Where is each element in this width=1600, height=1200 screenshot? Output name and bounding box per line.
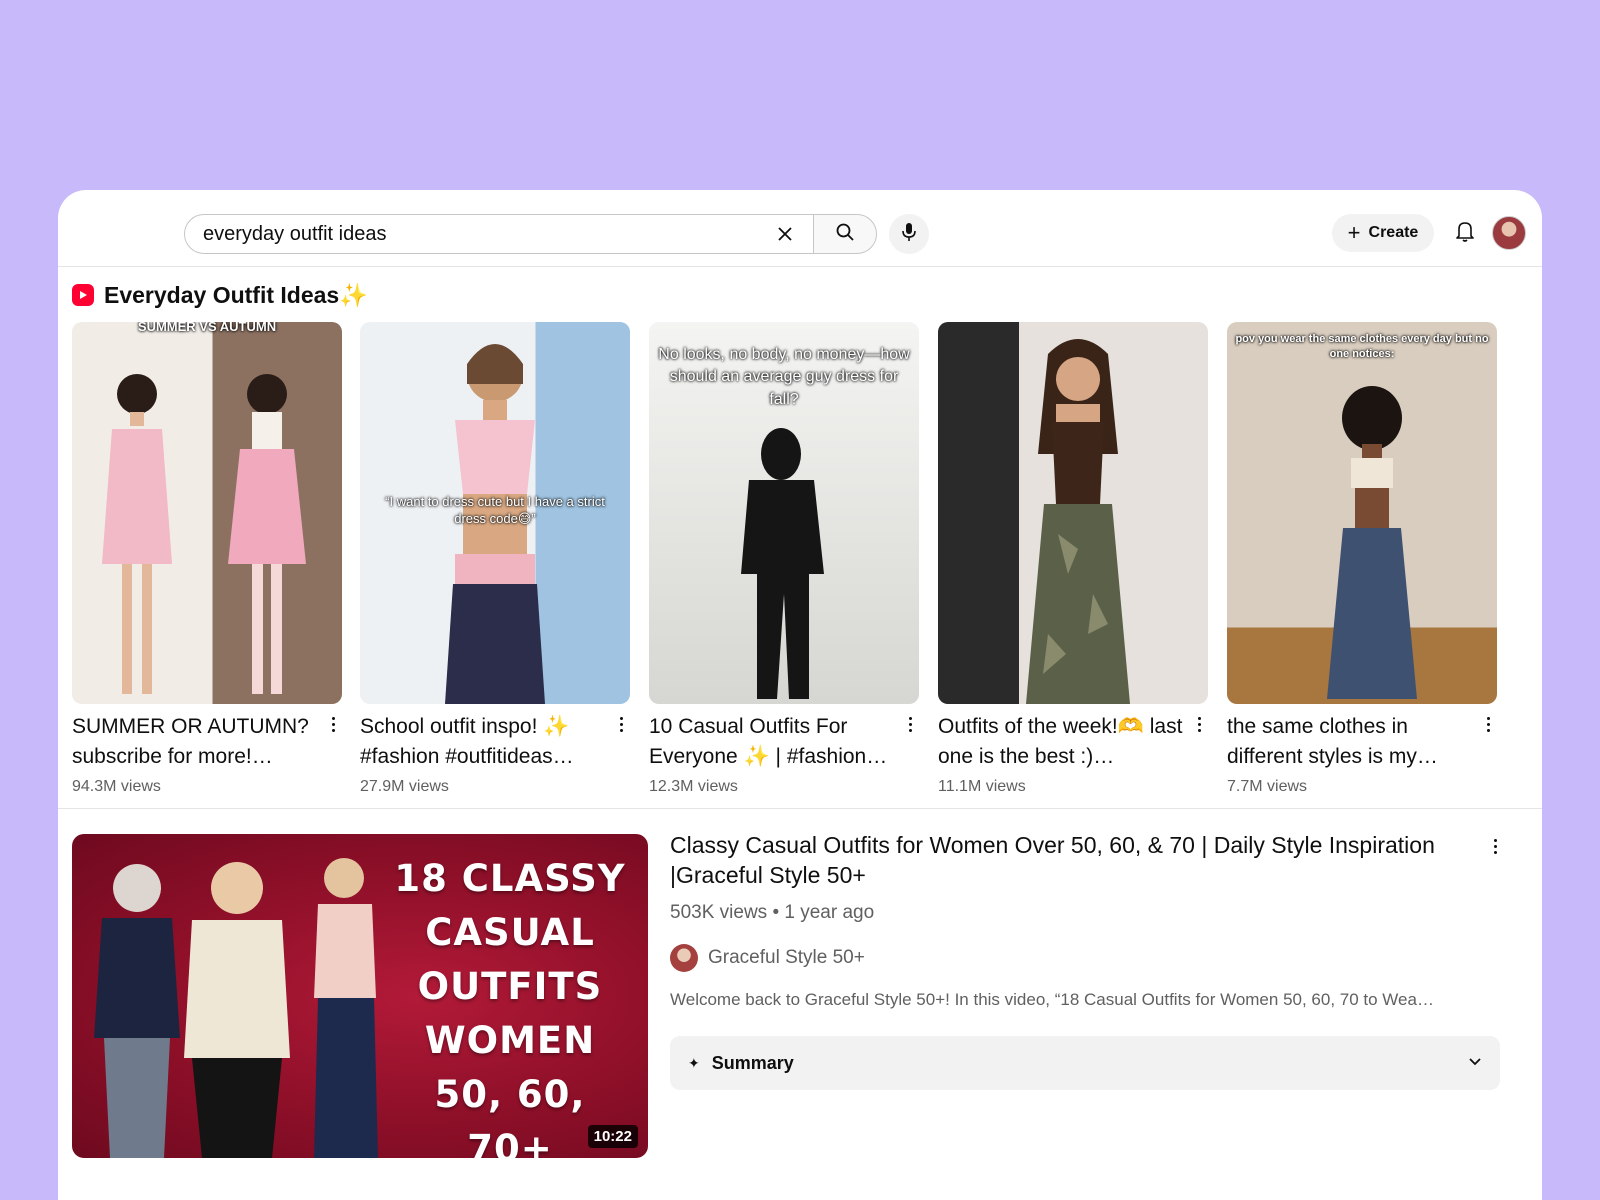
more-options-icon[interactable] <box>614 714 628 734</box>
create-button[interactable]: + Create <box>1332 214 1434 252</box>
channel-name[interactable]: Graceful Style 50+ <box>708 947 865 969</box>
short-card[interactable]: pov you wear the same clothes every day … <box>1227 322 1497 802</box>
duration-badge: 10:22 <box>587 1125 638 1148</box>
thumbnail-caption: SUMMER VS AUTUMN <box>137 322 277 334</box>
more-options-icon[interactable] <box>326 714 340 734</box>
short-card[interactable]: SUMMER VS AUTUMN SUMMER OR AUTUMN? subsc… <box>72 322 342 802</box>
short-title[interactable]: 10 Casual Outfits For Everyone ✨ | #fash… <box>649 712 901 772</box>
thumbnail-caption: No looks, no body, no money—how should a… <box>658 346 910 408</box>
short-views: 7.7M views <box>1227 778 1308 795</box>
search-input[interactable] <box>203 222 743 246</box>
thumbnail-caption: pov you wear the same clothes every day … <box>1235 333 1489 360</box>
short-thumbnail[interactable]: No looks, no body, no money—how should a… <box>649 322 919 704</box>
person-figure <box>1026 339 1130 704</box>
channel-link[interactable]: Graceful Style 50+ <box>670 944 865 972</box>
short-title[interactable]: Outfits of the week!🫶 last one is the be… <box>938 712 1190 772</box>
search-icon <box>835 222 855 247</box>
plus-icon: + <box>1347 220 1361 245</box>
shelf-title: Everyday Outfit Ideas✨ <box>104 281 368 308</box>
thumbnail-headline: 18 CLASSY CASUAL OUTFITS WOMEN 50, 60, 7… <box>394 857 626 1158</box>
short-thumbnail[interactable] <box>938 322 1208 704</box>
thumbnail-caption: “I want to dress cute but I have a stric… <box>385 494 605 526</box>
shorts-logo-icon <box>72 284 94 306</box>
summary-label: Summary <box>711 1052 794 1073</box>
channel-avatar[interactable] <box>670 944 698 972</box>
voice-search-button[interactable] <box>889 214 929 254</box>
search-button[interactable] <box>813 214 877 254</box>
short-thumbnail[interactable]: “I want to dress cute but I have a stric… <box>360 322 630 704</box>
person-figure <box>228 374 306 694</box>
mic-icon <box>901 222 917 247</box>
youtube-window: + Create Everyday Outfit Ideas✨ SUMMER V… <box>58 190 1542 1200</box>
account-avatar[interactable] <box>1492 216 1526 250</box>
more-options-icon[interactable] <box>1481 714 1495 734</box>
chevron-down-icon <box>1468 1054 1482 1073</box>
short-views: 94.3M views <box>72 778 161 795</box>
short-views: 27.9M views <box>360 778 449 795</box>
thumbnail-people-illustration <box>94 858 378 1158</box>
short-views: 11.1M views <box>938 778 1026 795</box>
short-card[interactable]: Outfits of the week!🫶 last one is the be… <box>938 322 1208 802</box>
short-card[interactable]: No looks, no body, no money—how should a… <box>649 322 919 802</box>
shelf-header: Everyday Outfit Ideas✨ <box>72 280 368 310</box>
video-description: Welcome back to Graceful Style 50+! In t… <box>670 990 1434 1009</box>
more-options-icon[interactable] <box>903 714 917 734</box>
more-options-icon[interactable] <box>1488 836 1502 856</box>
person-figure <box>102 374 172 694</box>
short-thumbnail[interactable]: SUMMER VS AUTUMN <box>72 322 342 704</box>
short-thumbnail[interactable]: pov you wear the same clothes every day … <box>1227 322 1497 704</box>
short-title[interactable]: the same clothes in different styles is … <box>1227 712 1479 772</box>
create-label: Create <box>1368 224 1419 241</box>
section-divider <box>58 808 1542 809</box>
summary-toggle[interactable]: ✦ Summary <box>670 1036 1500 1090</box>
short-title[interactable]: School outfit inspo! ✨ #fashion #outfiti… <box>360 712 612 772</box>
sparkle-icon: ✦ <box>688 1054 700 1071</box>
person-figure <box>741 428 824 699</box>
video-thumbnail[interactable]: 18 CLASSY CASUAL OUTFITS WOMEN 50, 60, 7… <box>72 834 648 1158</box>
person-figure <box>1327 386 1417 699</box>
sparkle-icon: ✨ <box>339 281 368 308</box>
short-views: 12.3M views <box>649 778 738 795</box>
top-bar: + Create <box>58 190 1542 267</box>
close-icon[interactable] <box>771 220 799 248</box>
bell-icon <box>1455 220 1475 247</box>
short-title[interactable]: SUMMER OR AUTUMN? subscribe for more!… <box>72 712 324 772</box>
video-meta: 503K views • 1 year ago <box>670 902 875 923</box>
more-options-icon[interactable] <box>1192 714 1206 734</box>
video-title[interactable]: Classy Casual Outfits for Women Over 50,… <box>670 830 1460 890</box>
short-card[interactable]: “I want to dress cute but I have a stric… <box>360 322 630 802</box>
notifications-button[interactable] <box>1450 218 1480 248</box>
search-box[interactable] <box>184 214 814 254</box>
